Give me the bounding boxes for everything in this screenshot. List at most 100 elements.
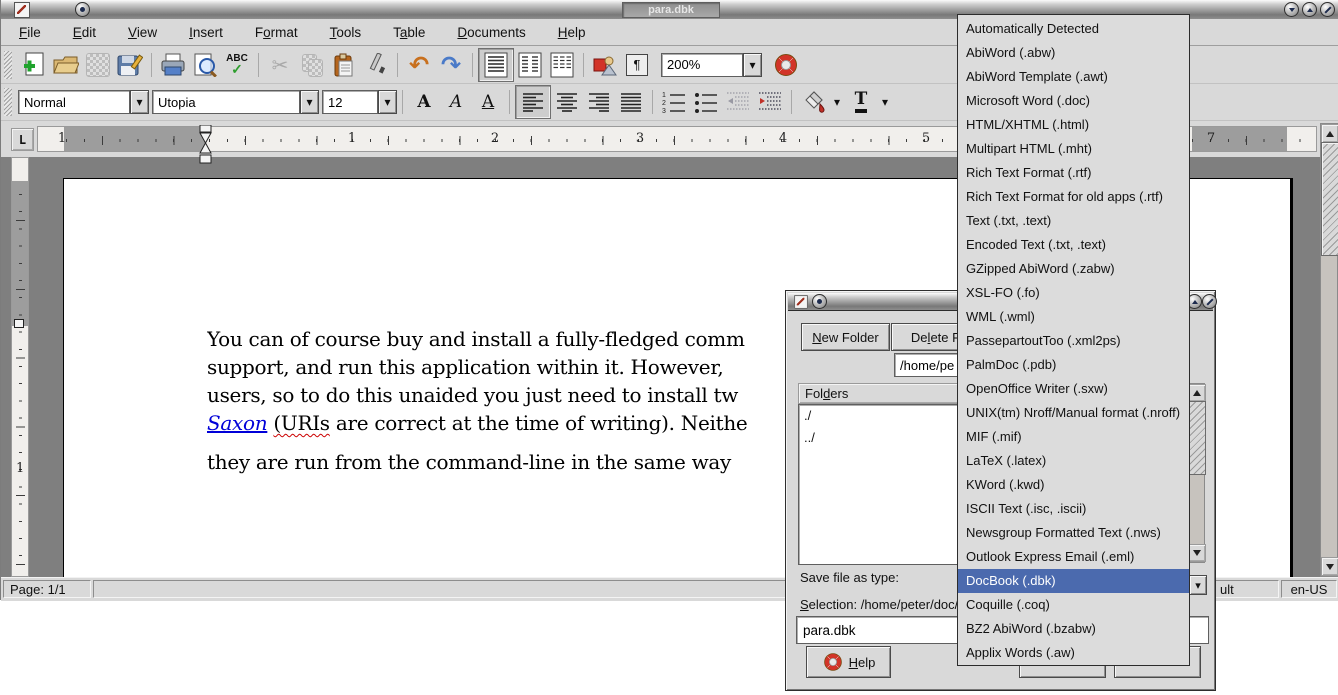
help-button[interactable]: Help (806, 646, 891, 678)
print-button[interactable] (157, 50, 189, 80)
font-combobox[interactable]: ▾ (152, 90, 319, 114)
file-type-option[interactable]: Rich Text Format for old apps (.rtf) (958, 185, 1189, 209)
italic-button[interactable]: A (440, 87, 472, 117)
menu-view[interactable]: View (122, 23, 163, 42)
save-as-button[interactable] (114, 50, 146, 80)
file-type-option[interactable]: Outlook Express Email (.eml) (958, 545, 1189, 569)
new-folder-button[interactable]: New Folder (801, 323, 890, 351)
align-right-button[interactable] (583, 87, 615, 117)
scroll-up-button[interactable] (1321, 124, 1338, 143)
file-type-option[interactable]: KWord (.kwd) (958, 473, 1189, 497)
three-columns-button[interactable] (546, 50, 578, 80)
font-color-dropdown-button[interactable]: ▾ (877, 87, 893, 117)
file-type-option[interactable]: UNIX(tm) Nroff/Manual format (.nroff) (958, 401, 1189, 425)
increase-indent-button[interactable] (754, 87, 786, 117)
file-type-option[interactable]: AbiWord (.abw) (958, 41, 1189, 65)
style-dropdown-button[interactable]: ▾ (130, 90, 149, 114)
file-type-option[interactable]: Encoded Text (.txt, .text) (958, 233, 1189, 257)
file-type-option[interactable]: Text (.txt, .text) (958, 209, 1189, 233)
paste-button[interactable] (328, 50, 360, 80)
bold-button[interactable]: A (408, 87, 440, 117)
file-type-option[interactable]: OpenOffice Writer (.sxw) (958, 377, 1189, 401)
new-document-button[interactable] (18, 50, 50, 80)
file-type-option[interactable]: BZ2 AbiWord (.bzabw) (958, 617, 1189, 641)
menu-documents[interactable]: Documents (451, 23, 531, 42)
print-preview-button[interactable] (189, 50, 221, 80)
document-text[interactable]: You can of course buy and install a full… (207, 325, 785, 575)
file-type-option[interactable]: ISCII Text (.isc, .iscii) (958, 497, 1189, 521)
fill-color-dropdown-button[interactable]: ▾ (829, 87, 845, 117)
scroll-up-button[interactable] (1188, 384, 1206, 402)
file-type-option[interactable]: WML (.wml) (958, 305, 1189, 329)
font-size-input[interactable] (323, 95, 377, 110)
file-type-option[interactable]: GZipped AbiWord (.zabw) (958, 257, 1189, 281)
file-type-option[interactable]: Rich Text Format (.rtf) (958, 161, 1189, 185)
menu-file[interactable]: File (13, 23, 47, 42)
style-input[interactable] (19, 95, 129, 110)
format-painter-button[interactable] (360, 50, 392, 80)
file-type-option[interactable]: XSL-FO (.fo) (958, 281, 1189, 305)
font-dropdown-button[interactable]: ▾ (300, 90, 319, 114)
align-center-button[interactable] (551, 87, 583, 117)
minimize-button[interactable] (1284, 2, 1299, 17)
bulleted-list-button[interactable] (690, 87, 722, 117)
file-type-option[interactable]: Applix Words (.aw) (958, 641, 1189, 665)
align-left-button[interactable] (515, 85, 551, 119)
scrollbar-thumb[interactable] (1188, 401, 1206, 475)
help-button[interactable] (770, 50, 802, 80)
file-type-option[interactable]: AbiWord Template (.awt) (958, 65, 1189, 89)
window-menu-button[interactable] (75, 2, 90, 17)
scrollbar-thumb[interactable] (1321, 142, 1338, 256)
file-type-option[interactable]: HTML/XHTML (.html) (958, 113, 1189, 137)
underline-button[interactable]: A (472, 87, 504, 117)
indent-marker[interactable] (199, 125, 212, 165)
two-columns-button[interactable] (514, 50, 546, 80)
align-justify-button[interactable] (615, 87, 647, 117)
fill-color-button[interactable] (797, 87, 829, 117)
font-color-button[interactable]: T (845, 87, 877, 117)
toolbar-handle[interactable] (4, 51, 12, 79)
vertical-scrollbar[interactable] (1320, 123, 1338, 577)
font-size-dropdown-button[interactable]: ▾ (378, 90, 397, 114)
file-type-option[interactable]: Multipart HTML (.mht) (958, 137, 1189, 161)
hyperlink[interactable]: Saxon (207, 411, 267, 435)
one-column-button[interactable] (478, 48, 514, 82)
menu-tools[interactable]: Tools (324, 23, 368, 42)
show-formatting-marks-button[interactable]: ¶ (621, 50, 653, 80)
menu-insert[interactable]: Insert (183, 23, 229, 42)
spellcheck-button[interactable]: ABC ✓ (221, 50, 253, 80)
zoom-dropdown-button[interactable]: ▾ (743, 53, 762, 77)
menu-help[interactable]: Help (552, 23, 592, 42)
undo-button[interactable]: ↶ (403, 50, 435, 80)
file-type-option[interactable]: DocBook (.dbk) (958, 569, 1189, 593)
scroll-down-button[interactable] (1188, 544, 1206, 562)
dialog-window-menu-button[interactable] (812, 294, 827, 309)
menu-edit[interactable]: Edit (67, 23, 102, 42)
tab-selector-button[interactable]: L (11, 128, 34, 151)
font-input[interactable] (153, 95, 299, 110)
file-type-option[interactable]: LaTeX (.latex) (958, 449, 1189, 473)
zoom-combobox[interactable]: ▾ (661, 53, 762, 77)
menu-table[interactable]: Table (387, 23, 431, 42)
file-type-option[interactable]: Newsgroup Formatted Text (.nws) (958, 521, 1189, 545)
redo-button[interactable]: ↷ (435, 50, 467, 80)
file-type-option[interactable]: Automatically Detected (958, 17, 1189, 41)
close-button[interactable] (1320, 2, 1335, 17)
file-type-option[interactable]: PassepartoutToo (.xml2ps) (958, 329, 1189, 353)
file-type-option[interactable]: Coquille (.coq) (958, 593, 1189, 617)
file-type-option[interactable]: PalmDoc (.pdb) (958, 353, 1189, 377)
open-button[interactable] (50, 50, 82, 80)
toolbar-handle[interactable] (4, 88, 12, 116)
menu-format[interactable]: Format (249, 23, 304, 42)
insert-graphic-button[interactable] (589, 50, 621, 80)
file-type-dropdown-button[interactable]: ▾ (1189, 575, 1207, 595)
numbered-list-button[interactable]: 123 (658, 87, 690, 117)
style-combobox[interactable]: ▾ (18, 90, 149, 114)
vertical-ruler[interactable]: 1 (11, 157, 29, 577)
maximize-button[interactable] (1302, 2, 1317, 17)
file-type-option[interactable]: Microsoft Word (.doc) (958, 89, 1189, 113)
zoom-input[interactable] (662, 57, 742, 72)
file-type-option[interactable]: MIF (.mif) (958, 425, 1189, 449)
vertical-margin-marker[interactable] (14, 319, 24, 328)
dialog-close-button[interactable] (1202, 294, 1217, 309)
